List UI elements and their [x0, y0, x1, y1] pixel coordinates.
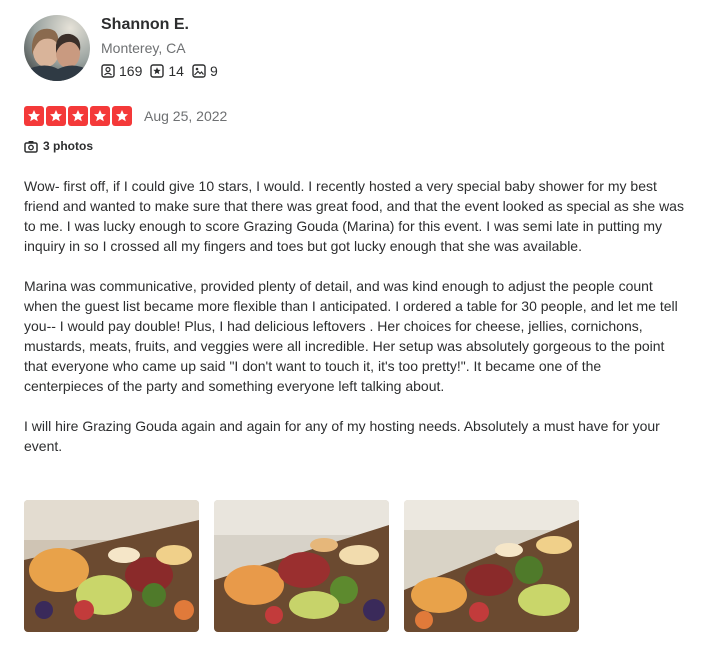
camera-icon: [24, 140, 38, 153]
user-stats: 169 14 9: [101, 63, 226, 79]
photos-icon: [192, 64, 206, 78]
star-icon: [90, 106, 110, 126]
review-date: Aug 25, 2022: [144, 108, 228, 124]
star-icon: [112, 106, 132, 126]
star-icon: [46, 106, 66, 126]
reviews-star-icon: [150, 64, 165, 78]
review-photos: [24, 500, 594, 632]
reviews-stat: 14: [150, 63, 184, 79]
photos-count: 9: [209, 63, 218, 79]
reviews-count: 14: [168, 63, 184, 79]
star-icon: [24, 106, 44, 126]
review-text: Wow- first off, if I could give 10 stars…: [24, 176, 684, 476]
star-rating: [24, 106, 134, 126]
review-paragraph: Marina was communicative, provided plent…: [24, 278, 678, 394]
photo-count-label: 3 photos: [43, 139, 93, 153]
user-avatar[interactable]: [24, 15, 90, 81]
review-photo[interactable]: [24, 500, 199, 632]
review-photo[interactable]: [404, 500, 579, 632]
user-name[interactable]: Shannon E.: [101, 16, 189, 34]
friends-icon: [101, 64, 115, 78]
photo-count-link[interactable]: 3 photos: [24, 139, 93, 153]
review-paragraph: Wow- first off, if I could give 10 stars…: [24, 178, 684, 254]
photos-stat: 9: [192, 63, 218, 79]
review-paragraph: I will hire Grazing Gouda again and agai…: [24, 418, 660, 454]
rating-row: Aug 25, 2022: [24, 106, 227, 126]
friends-count: 169: [119, 63, 143, 79]
user-location: Monterey, CA: [101, 40, 186, 56]
review-card: Shannon E. Monterey, CA 169 14 9 Aug 25,…: [0, 0, 703, 646]
review-photo[interactable]: [214, 500, 389, 632]
star-icon: [68, 106, 88, 126]
friends-stat: 169: [101, 63, 142, 79]
